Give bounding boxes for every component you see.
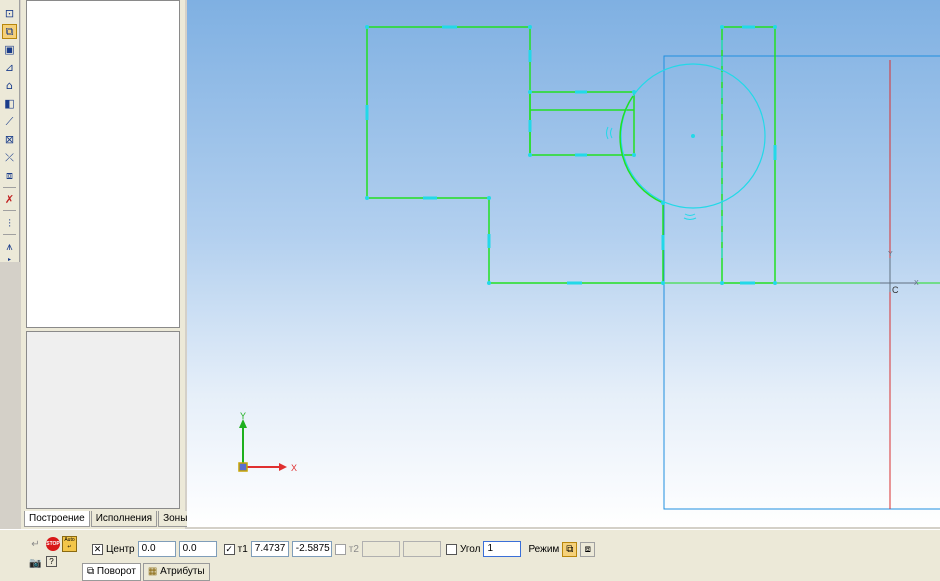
line-icon[interactable]: ⟋ [2,114,17,129]
dimension-icon[interactable]: ⤫ [2,150,17,165]
center-checkbox[interactable]: ✕ [92,543,103,555]
tab-rotate[interactable]: ⧉ Поворот [82,563,141,581]
circle-icon[interactable]: ⊠ [2,132,17,147]
zoom-window-icon[interactable]: ⊡ [2,6,17,21]
origin-marker [238,462,248,472]
center-y-input[interactable]: 0.0 [178,541,217,557]
measure-icon[interactable]: ⫶ [2,216,17,231]
drawing-svg: Y X Y X C [238,25,940,510]
t1-x-input[interactable]: 7.4737 [250,541,289,557]
table-icon: ▦ [147,566,158,577]
tab-attributes-label: Атрибуты [160,566,205,577]
mode-move-icon[interactable]: ⧈ [580,541,596,557]
stop-button[interactable]: STOP [46,537,60,551]
angle-label: Угол [459,543,481,555]
rotate-view-icon[interactable]: ⧉ [2,24,17,39]
back-arrow-icon[interactable]: ↵ [28,537,43,552]
tab-attributes[interactable]: ▦ Атрибуты [142,563,210,581]
pan-icon[interactable]: ▣ [2,42,17,57]
angle-input[interactable]: 1 [483,541,522,557]
toolbar-separator [3,187,16,188]
copy-icon[interactable]: ⧈ [2,168,17,183]
point-label: C [892,285,899,295]
center-x-input[interactable]: 0.0 [137,541,176,557]
t2-checkbox[interactable] [334,543,346,555]
center-label: Центр [106,543,135,555]
drawing-canvas[interactable]: Y X Y X C [187,0,940,527]
circle-center [691,134,695,138]
auto-label: Auto [64,537,75,543]
angle-checkbox[interactable] [445,543,457,555]
t2-label: т2 [348,543,359,555]
tab-versions[interactable]: Исполнения [90,511,158,527]
auto-create-button[interactable]: Auto ↵ [62,536,77,552]
refresh-icon[interactable]: ⌂ [2,78,17,93]
left-toolbar: ⊡ ⧉ ▣ ⊿ ⌂ ◧ ⟋ ⊠ ⤫ ⧈ ✗ ⫶ ⩚ ▸ [0,0,20,263]
show-all-icon[interactable]: ⊿ [2,60,17,75]
part-outline-upper [367,26,635,156]
tab-rotate-label: Поворот [96,566,136,577]
camera-icon[interactable]: 📷 [28,556,43,571]
rotate-tab-icon: ⧉ [87,566,95,577]
x-axis-label: X [291,463,297,473]
mode-label: Режим [528,543,560,555]
t2-x-input[interactable] [361,541,400,557]
y-axis-label: Y [240,411,246,421]
t1-y-input[interactable]: -2.5875 [291,541,332,557]
properties-row: ✕ Центр 0.0 0.0 ✓ т1 7.4737 -2.5875 т2 У… [92,539,596,559]
lcs-y-label: Y [888,251,893,258]
t1-checkbox[interactable]: ✓ [223,543,235,555]
model-tree[interactable] [26,0,180,328]
t2-y-input[interactable] [402,541,441,557]
help-icon[interactable]: ? [46,556,57,567]
mode-copy-icon[interactable]: ⧉ [562,541,578,557]
lcs-x-label: X [914,280,919,287]
bottom-tabs: ⧉ Поворот ▦ Атрибуты [82,563,212,581]
filter-icon[interactable]: ⩚ [2,239,17,254]
toolbar-separator [3,210,16,211]
right-column [721,26,776,284]
select-icon[interactable]: ◧ [2,96,17,111]
toolbar-separator [3,234,16,235]
tab-construction[interactable]: Построение [24,511,90,527]
t1-label: т1 [237,543,248,555]
tree-tabs: Построение Исполнения Зоны [24,511,193,527]
toolbar-overflow-icon[interactable]: ▸ [2,256,17,263]
delete-icon[interactable]: ✗ [2,192,17,207]
x-axis-arrow [279,463,287,471]
model-tree-preview [26,331,180,509]
